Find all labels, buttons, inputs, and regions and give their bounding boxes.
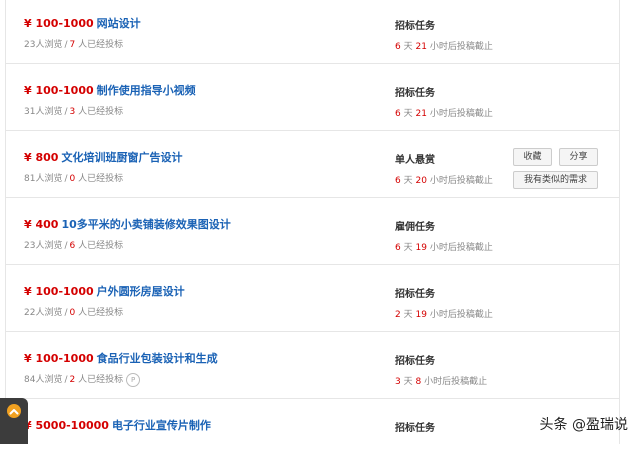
task-title-line[interactable]: ¥ 5000-10000 电子行业宣传片制作 — [24, 417, 211, 433]
task-type: 招标任务 — [395, 356, 435, 367]
list-item: ¥ 100-1000 网站设计 23人浏览/7 人已经投标 招标任务 6 天 21… — [6, 0, 619, 64]
day-unit: 天 — [403, 109, 413, 119]
favorite-button[interactable]: 收藏 — [513, 148, 552, 166]
hours-left: 21 — [415, 42, 427, 52]
deadline-text: 小时后投稿截止 — [429, 109, 493, 119]
bid-count: 6 — [69, 241, 76, 251]
deadline-text: 小时后投稿截止 — [429, 243, 493, 253]
hours-left: 19 — [415, 310, 427, 320]
bid-count: 2 — [69, 375, 76, 385]
task-title-line[interactable]: ¥ 100-1000 制作使用指导小视频 — [24, 82, 196, 98]
similar-need-button[interactable]: 我有类似的需求 — [513, 171, 598, 189]
deadline-text: 小时后投稿截止 — [429, 176, 493, 186]
days-left: 2 — [395, 310, 401, 320]
task-title-line[interactable]: ¥ 100-1000 户外圆形房屋设计 — [24, 283, 185, 299]
day-unit: 天 — [403, 377, 413, 387]
bid-count: 7 — [69, 40, 76, 50]
task-stats: 23人浏览/7 人已经投标 — [24, 40, 124, 50]
bid-label: 人已经投标 — [78, 241, 124, 251]
days-left: 6 — [395, 109, 401, 119]
bid-count: 0 — [69, 308, 76, 318]
task-stats: 84人浏览/2 人已经投标 P — [24, 372, 141, 387]
bid-label: 人已经投标 — [78, 375, 124, 385]
task-type: 招标任务 — [395, 289, 435, 300]
task-deadline: 2 天 19 小时后投稿截止 — [395, 307, 493, 320]
list-item: ¥ 400 10多平米的小卖铺装修效果图设计 23人浏览/6 人已经投标 雇佣任务… — [6, 198, 619, 265]
day-unit: 天 — [403, 243, 413, 253]
list-item: ¥ 800 文化培训班厨窗广告设计 81人浏览/0 人已经投标 单人悬赏 6 天 … — [6, 131, 619, 198]
task-type: 招标任务 — [395, 21, 435, 32]
task-type: 招标任务 — [395, 423, 435, 434]
task-price: ¥ 100-1000 — [24, 285, 94, 298]
days-left: 6 — [395, 42, 401, 52]
bid-label: 人已经投标 — [78, 308, 124, 318]
list-item: ¥ 100-1000 制作使用指导小视频 31人浏览/3 人已经投标 招标任务 6… — [6, 64, 619, 131]
days-left: 6 — [395, 243, 401, 253]
task-price: ¥ 5000-10000 — [24, 419, 109, 432]
share-button[interactable]: 分享 — [559, 148, 598, 166]
task-stats: 23人浏览/6 人已经投标 — [24, 241, 124, 251]
bid-count: 0 — [69, 174, 76, 184]
list-item: ¥ 100-1000 户外圆形房屋设计 22人浏览/0 人已经投标 招标任务 2 … — [6, 265, 619, 332]
bid-label: 人已经投标 — [78, 40, 124, 50]
day-unit: 天 — [403, 310, 413, 320]
hours-left: 21 — [415, 109, 427, 119]
view-count: 81人浏览 — [24, 174, 63, 184]
task-name[interactable]: 食品行业包装设计和生成 — [97, 352, 218, 365]
task-title-line[interactable]: ¥ 400 10多平米的小卖铺装修效果图设计 — [24, 216, 231, 232]
task-type: 单人悬赏 — [395, 155, 435, 166]
task-name[interactable]: 户外圆形房屋设计 — [97, 285, 185, 298]
back-to-top-button[interactable] — [0, 398, 28, 444]
task-price: ¥ 800 — [24, 151, 59, 164]
hours-left: 19 — [415, 243, 427, 253]
task-deadline: 3 天 8 小时后投稿截止 — [395, 374, 487, 387]
bid-label: 人已经投标 — [78, 174, 124, 184]
task-type: 雇佣任务 — [395, 222, 435, 233]
task-price: ¥ 100-1000 — [24, 352, 94, 365]
view-count: 23人浏览 — [24, 40, 63, 50]
deadline-text: 小时后投稿截止 — [429, 42, 493, 52]
view-count: 84人浏览 — [24, 375, 63, 385]
bid-label: 人已经投标 — [78, 107, 124, 117]
task-deadline: 6 天 19 小时后投稿截止 — [395, 240, 493, 253]
task-stats: 31人浏览/3 人已经投标 — [24, 107, 124, 117]
deadline-text: 小时后投稿截止 — [424, 377, 488, 387]
list-item: ¥ 100-1000 食品行业包装设计和生成 84人浏览/2 人已经投标 P 招标任… — [6, 332, 619, 399]
hours-left: 20 — [415, 176, 427, 186]
day-unit: 天 — [403, 42, 413, 52]
days-left: 3 — [395, 377, 401, 387]
task-price: ¥ 100-1000 — [24, 84, 94, 97]
promo-badge-icon: P — [126, 372, 141, 387]
view-count: 22人浏览 — [24, 308, 63, 318]
task-name[interactable]: 10多平米的小卖铺装修效果图设计 — [61, 218, 230, 231]
chevron-up-icon — [7, 404, 21, 418]
task-stats: 22人浏览/0 人已经投标 — [24, 308, 124, 318]
watermark: 头条 @盈瑞说 — [539, 417, 628, 433]
view-count: 31人浏览 — [24, 107, 63, 117]
task-deadline: 6 天 21 小时后投稿截止 — [395, 39, 493, 52]
task-stats: 81人浏览/0 人已经投标 — [24, 174, 124, 184]
deadline-text: 小时后投稿截止 — [429, 310, 493, 320]
day-unit: 天 — [403, 176, 413, 186]
task-list: ¥ 100-1000 网站设计 23人浏览/7 人已经投标 招标任务 6 天 21… — [5, 0, 620, 444]
task-title-line[interactable]: ¥ 800 文化培训班厨窗广告设计 — [24, 149, 182, 165]
task-price: ¥ 100-1000 — [24, 17, 94, 30]
view-count: 23人浏览 — [24, 241, 63, 251]
task-price: ¥ 400 — [24, 218, 59, 231]
task-title-line[interactable]: ¥ 100-1000 网站设计 — [24, 15, 141, 31]
task-name[interactable]: 文化培训班厨窗广告设计 — [61, 151, 182, 164]
days-left: 6 — [395, 176, 401, 186]
task-type: 招标任务 — [395, 88, 435, 99]
list-item: ¥ 5000-10000 电子行业宣传片制作 招标任务 — [6, 399, 619, 465]
hours-left: 8 — [415, 377, 422, 387]
task-name[interactable]: 制作使用指导小视频 — [97, 84, 196, 97]
task-name[interactable]: 电子行业宣传片制作 — [112, 419, 211, 432]
task-title-line[interactable]: ¥ 100-1000 食品行业包装设计和生成 — [24, 350, 218, 366]
task-deadline: 6 天 21 小时后投稿截止 — [395, 106, 493, 119]
task-name[interactable]: 网站设计 — [97, 17, 141, 30]
task-deadline: 6 天 20 小时后投稿截止 — [395, 173, 493, 186]
bid-count: 3 — [69, 107, 76, 117]
